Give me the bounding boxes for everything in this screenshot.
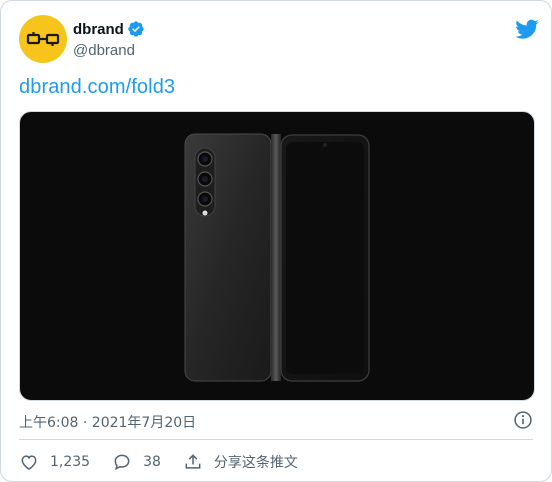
display-name-row: dbrand (73, 19, 145, 39)
tweet-card: dbrand @dbrand dbrand.com/fold3 上午6:08 ·… (0, 0, 552, 482)
like-button[interactable]: 1,235 (19, 452, 90, 472)
like-count: 1,235 (50, 454, 91, 470)
reply-button[interactable]: 38 (112, 452, 161, 472)
tweet-timestamp[interactable]: 上午6:08 · 2021年7月20日 (19, 412, 196, 432)
share-button[interactable]: 分享这条推文 (183, 452, 298, 472)
foldable-phone-image (184, 133, 370, 382)
display-name[interactable]: dbrand (73, 21, 124, 38)
twitter-bird-icon[interactable] (515, 17, 539, 41)
reply-icon (114, 454, 130, 471)
reply-count: 38 (143, 454, 161, 470)
user-names: dbrand @dbrand (73, 19, 145, 59)
tweet-actions: 1,235 38 分享这条推文 (19, 451, 320, 473)
tweet-header: dbrand @dbrand (19, 15, 539, 67)
user-handle[interactable]: @dbrand (73, 42, 145, 59)
share-label: 分享这条推文 (213, 455, 298, 471)
verified-badge-icon (128, 21, 144, 37)
share-icon (185, 454, 201, 469)
avatar[interactable] (19, 15, 67, 63)
tweet-link[interactable]: dbrand.com/fold3 (19, 76, 175, 99)
heart-icon (21, 455, 37, 470)
info-icon[interactable] (513, 410, 533, 430)
divider (19, 439, 533, 440)
dbrand-logo-icon (26, 32, 60, 46)
tweet-media-image[interactable] (19, 111, 535, 401)
